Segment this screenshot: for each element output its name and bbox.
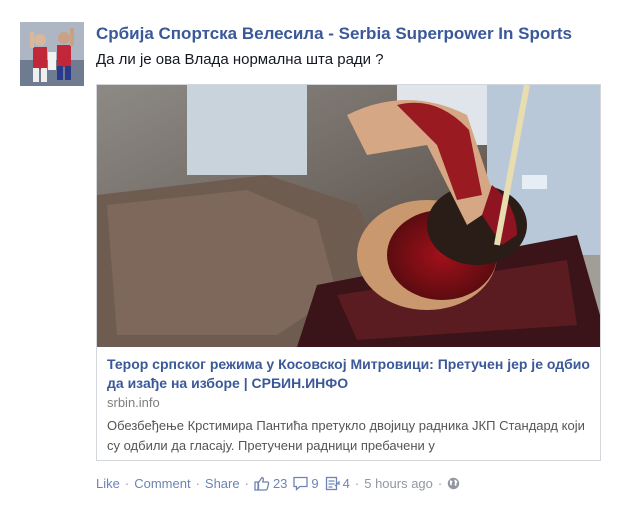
- page-name-link[interactable]: Србија Спортска Велесила - Serbia Superp…: [96, 24, 616, 44]
- shares-count: 4: [342, 476, 350, 491]
- separator: ·: [124, 476, 130, 491]
- separator: ·: [437, 476, 443, 491]
- comment-bubble-icon: [293, 476, 309, 491]
- comments-counter[interactable]: 9: [293, 476, 319, 491]
- attachment-photo: [97, 85, 600, 347]
- globe-icon[interactable]: [447, 477, 460, 490]
- comment-link[interactable]: Comment: [134, 476, 190, 491]
- separator: ·: [195, 476, 200, 491]
- comments-count: 9: [311, 476, 319, 491]
- link-attachment[interactable]: Терор српског режима у Косовској Митрови…: [96, 84, 601, 461]
- attachment-title-link[interactable]: Терор српског режима у Косовској Митрови…: [107, 355, 592, 393]
- shares-counter[interactable]: 4: [325, 476, 350, 491]
- likes-counter[interactable]: 23: [254, 476, 287, 491]
- post-message: Да ли је ова Влада нормална шта ради ?: [96, 51, 384, 68]
- attachment-body: Терор српског режима у Косовској Митрови…: [107, 355, 592, 456]
- attachment-description: Обезбеђење Крстимира Пантића претукло дв…: [107, 418, 585, 453]
- attachment-image[interactable]: [97, 85, 600, 347]
- separator: ·: [354, 476, 360, 491]
- separator: ·: [244, 476, 249, 491]
- page-avatar[interactable]: [20, 22, 84, 86]
- avatar-image: [20, 22, 84, 86]
- attachment-source: srbin.info: [107, 395, 160, 410]
- timestamp-link[interactable]: 5 hours ago: [364, 476, 433, 491]
- share-link[interactable]: Share: [205, 476, 240, 491]
- share-icon: [325, 476, 340, 491]
- thumbs-up-icon: [254, 476, 270, 491]
- likes-count: 23: [272, 476, 288, 491]
- post-actions-bar: Like · Comment · Share · 23 9 4 · 5 hour…: [96, 476, 460, 491]
- post-header: Србија Спортска Велесила - Serbia Superp…: [96, 24, 616, 68]
- like-link[interactable]: Like: [96, 476, 120, 491]
